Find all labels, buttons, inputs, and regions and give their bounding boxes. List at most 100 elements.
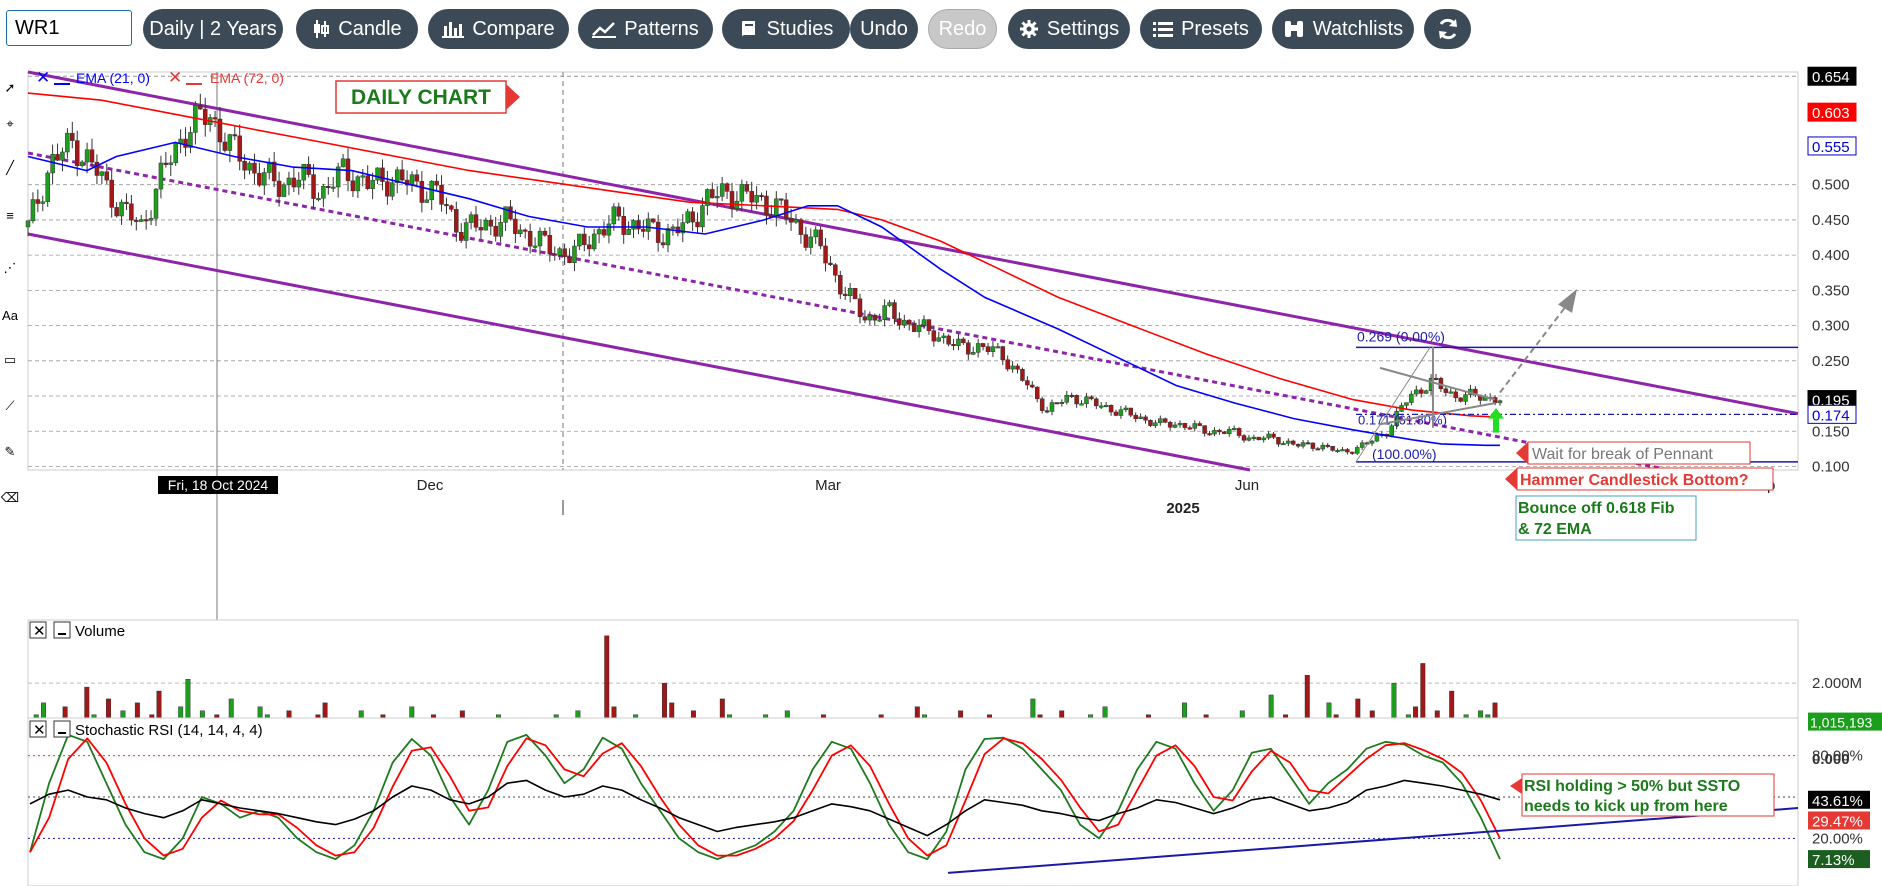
candle-body xyxy=(1458,397,1463,402)
undo-button[interactable]: Undo xyxy=(850,9,918,49)
candle-body xyxy=(1025,380,1030,386)
candle-body xyxy=(518,229,523,234)
candle-body xyxy=(975,343,981,353)
candle-body xyxy=(1448,391,1454,394)
candle-body xyxy=(990,346,996,352)
candle-body xyxy=(793,219,799,223)
chart-canvas[interactable]: 0.269 (0.00%)0.171 (61.80%)(100.00%) 0.1… xyxy=(0,56,1882,886)
candle-body xyxy=(577,233,582,247)
candle-body xyxy=(1354,447,1360,454)
candle-body xyxy=(833,264,838,276)
candle-body xyxy=(1197,423,1202,426)
candle-body xyxy=(360,175,366,178)
candle-body xyxy=(1335,450,1340,453)
candle-body xyxy=(906,319,912,325)
candle-body xyxy=(449,205,454,210)
candle-body xyxy=(616,206,622,217)
patterns-button[interactable]: Patterns xyxy=(578,9,713,49)
candle-body xyxy=(897,318,902,326)
candle-body xyxy=(340,158,346,168)
candle-body xyxy=(138,219,144,222)
candle-body xyxy=(306,164,311,175)
candle-body xyxy=(719,183,725,197)
candle-body xyxy=(35,199,41,204)
candle-body xyxy=(941,335,946,338)
candle-body xyxy=(458,232,464,241)
candle-body xyxy=(70,132,75,141)
candle-body xyxy=(1305,442,1311,445)
candle-body xyxy=(473,214,479,228)
candle-body xyxy=(1113,411,1119,416)
candle-body xyxy=(754,194,759,203)
candle-body xyxy=(1094,398,1099,407)
candle-body xyxy=(296,179,302,188)
candle-body xyxy=(537,230,543,247)
compare-button[interactable]: Compare xyxy=(428,9,569,49)
candle-body xyxy=(936,337,942,342)
candle-body xyxy=(1246,437,1252,441)
candle-body xyxy=(390,182,395,197)
candle-body xyxy=(1359,442,1365,448)
binoculars-icon xyxy=(1283,19,1305,39)
candle-body xyxy=(778,198,784,201)
candle-body xyxy=(838,275,843,295)
candle-icon xyxy=(312,19,330,39)
candle-body xyxy=(247,162,252,171)
candle-body xyxy=(55,154,60,161)
candle-body xyxy=(700,205,705,228)
candle-body xyxy=(1005,359,1010,370)
candle-body xyxy=(995,346,1001,349)
studies-button[interactable]: Studies xyxy=(722,9,850,49)
presets-button[interactable]: Presets xyxy=(1140,9,1262,49)
refresh-button[interactable] xyxy=(1424,9,1471,49)
candle-body xyxy=(173,142,178,164)
stoch-legend-label: Stochastic RSI (14, 14, 4, 4) xyxy=(75,722,263,739)
candle-body xyxy=(646,218,651,232)
candle-body xyxy=(606,223,612,236)
candle-body xyxy=(1310,442,1316,449)
settings-button[interactable]: Settings xyxy=(1008,9,1130,49)
symbol-input[interactable] xyxy=(6,10,132,46)
price-flag-label: 0.654 xyxy=(1812,69,1850,86)
hammer-label: Hammer Candlestick Bottom? xyxy=(1520,472,1749,489)
watchlists-button[interactable]: Watchlists xyxy=(1272,9,1414,49)
candle-body xyxy=(198,105,203,110)
candle-body xyxy=(552,253,558,256)
candle-body xyxy=(316,198,321,201)
candle-body xyxy=(1320,444,1326,450)
period-button[interactable]: Daily | 2 Years xyxy=(143,9,283,49)
candle-body xyxy=(1177,423,1183,426)
candle-body xyxy=(1251,436,1257,439)
candle-body xyxy=(877,319,882,322)
candle-body xyxy=(542,230,548,236)
candle-body xyxy=(124,201,129,205)
candle-body xyxy=(911,324,917,332)
candle-body xyxy=(970,352,976,355)
candle-body xyxy=(488,219,494,227)
candle-body xyxy=(89,149,95,163)
candle-body xyxy=(1084,396,1089,404)
stoch-last-label: 43.61% xyxy=(1812,793,1863,810)
candle-body xyxy=(1241,435,1247,441)
candle-body xyxy=(74,140,80,166)
candle-button[interactable]: Candle xyxy=(296,9,418,49)
candle-body xyxy=(1010,365,1015,370)
candle-body xyxy=(385,181,390,197)
candle-body xyxy=(961,338,966,344)
candle-body xyxy=(1015,365,1020,370)
price-tick-label: 0.150 xyxy=(1812,423,1850,440)
redo-button[interactable]: Redo xyxy=(928,9,997,49)
candle-body xyxy=(178,138,183,144)
volume-minimize-icon xyxy=(53,621,71,639)
book-icon xyxy=(739,19,759,39)
candle-body xyxy=(45,172,50,202)
price-tick-label: 0.350 xyxy=(1812,282,1850,299)
candle-body xyxy=(966,342,971,355)
candle-body xyxy=(1128,407,1134,416)
trend-line-icon xyxy=(592,20,617,38)
candle-body xyxy=(527,231,533,247)
candle-body xyxy=(724,183,730,192)
candle-body xyxy=(79,161,85,166)
candle-body xyxy=(572,245,577,264)
candle-body xyxy=(375,167,380,181)
